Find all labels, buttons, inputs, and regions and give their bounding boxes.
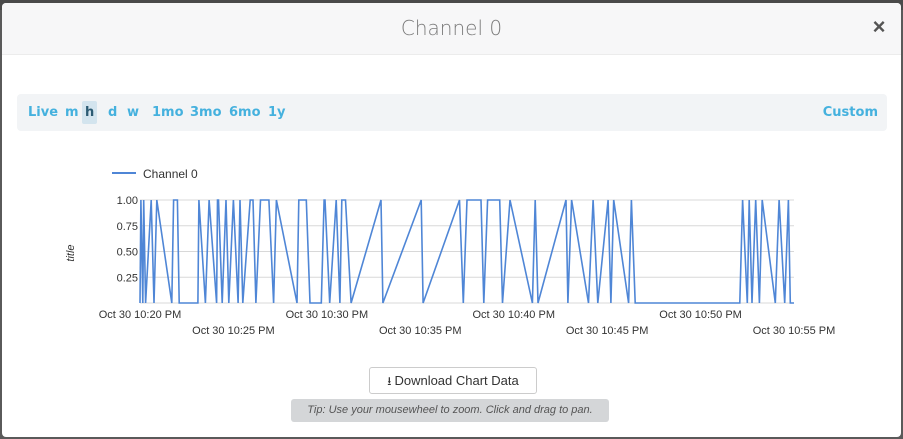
- y-tick-label: 0.25: [117, 272, 138, 284]
- x-tick-label: Oct 30 10:45 PM: [566, 325, 649, 337]
- y-tick-labels: 0.25 0.50 0.75 1.00: [117, 195, 138, 284]
- range-button-6mo[interactable]: 6mo: [226, 101, 264, 124]
- range-button-3mo[interactable]: 3mo: [187, 101, 225, 124]
- x-tick-label: Oct 30 10:30 PM: [286, 309, 369, 321]
- legend-label: Channel 0: [143, 167, 198, 181]
- download-chart-data-button[interactable]: ⭳ Download Chart Data: [369, 367, 537, 394]
- range-button-1mo[interactable]: 1mo: [149, 101, 187, 124]
- range-button-hour[interactable]: h: [82, 101, 98, 124]
- time-range-bar: Live m h d w 1mo 3mo 6mo 1y Custom: [17, 94, 887, 131]
- range-button-custom[interactable]: Custom: [823, 101, 878, 124]
- x-tick-label: Oct 30 10:25 PM: [192, 325, 275, 337]
- zoom-pan-tip: Tip: Use your mousewheel to zoom. Click …: [291, 399, 609, 422]
- modal-title: Channel 0: [400, 16, 503, 40]
- x-tick-label: Oct 30 10:50 PM: [659, 309, 742, 321]
- range-button-1y[interactable]: 1y: [265, 101, 289, 124]
- line-chart[interactable]: Channel 0 title 0.25 0.50 0.75 1.00 Oct 30 …: [2, 153, 901, 343]
- range-button-week[interactable]: w: [124, 101, 142, 124]
- x-tick-labels: Oct 30 10:20 PM Oct 30 10:30 PM Oct 30 10:…: [99, 309, 836, 337]
- chart-modal: Channel 0 × Live m h d w 1mo 3mo 6mo 1y …: [2, 3, 901, 437]
- download-label: Download Chart Data: [394, 373, 519, 388]
- modal-header: Channel 0 ×: [2, 3, 901, 55]
- range-button-day[interactable]: d: [105, 101, 120, 124]
- range-button-minute[interactable]: m: [62, 101, 82, 124]
- x-tick-label: Oct 30 10:20 PM: [99, 309, 182, 321]
- close-icon[interactable]: ×: [869, 15, 889, 39]
- x-tick-label: Oct 30 10:40 PM: [472, 309, 555, 321]
- y-tick-label: 1.00: [117, 195, 138, 207]
- y-axis-title: title: [65, 244, 77, 261]
- x-tick-label: Oct 30 10:55 PM: [753, 325, 836, 337]
- y-tick-label: 0.50: [117, 247, 138, 259]
- x-tick-label: Oct 30 10:35 PM: [379, 325, 462, 337]
- y-tick-label: 0.75: [117, 221, 138, 233]
- download-icon: ⭳: [387, 374, 392, 388]
- range-button-live[interactable]: Live: [25, 101, 61, 124]
